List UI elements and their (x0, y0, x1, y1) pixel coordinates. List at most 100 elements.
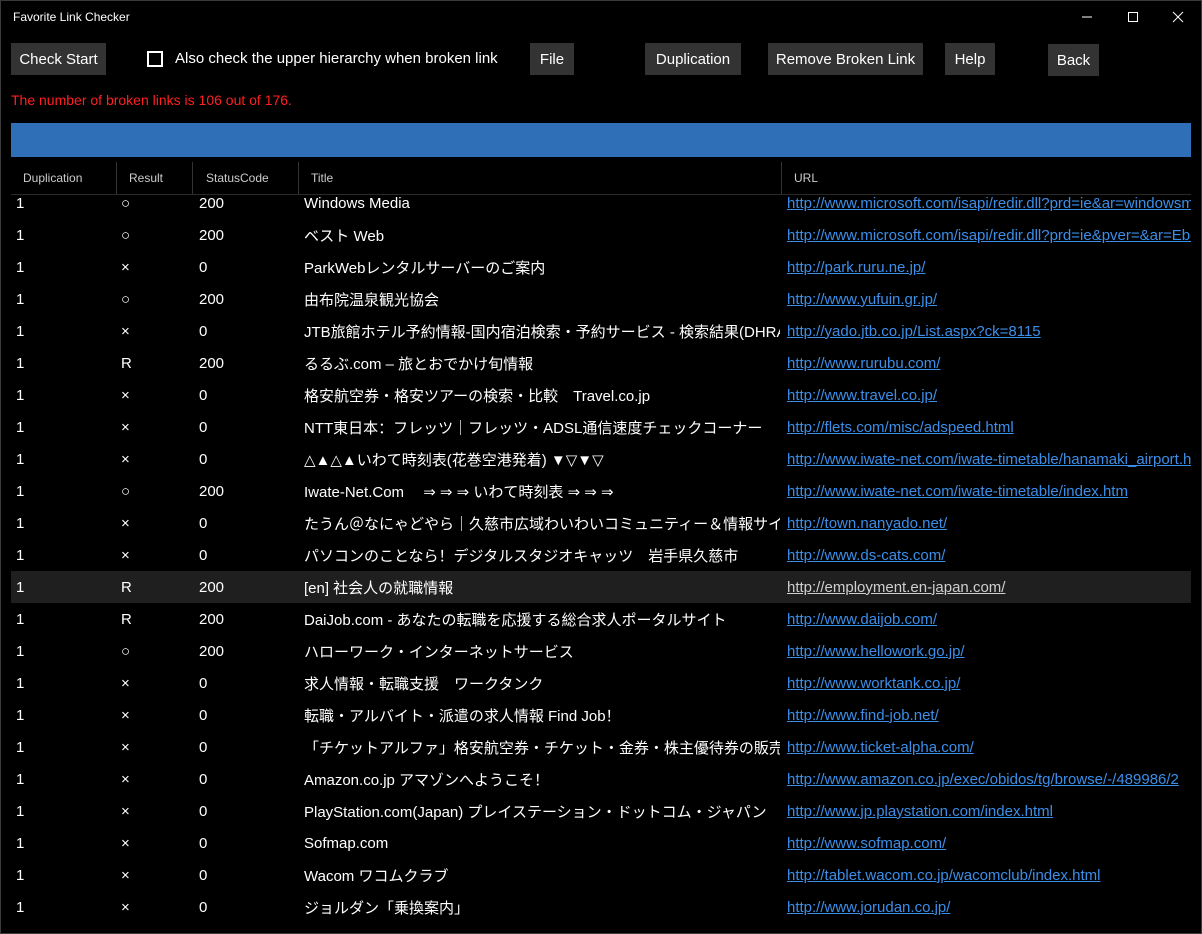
table-row[interactable]: 1 ○ 200 由布院温泉観光協会 http://www.yufuin.gr.jp/ (11, 283, 1191, 315)
cell-title: 「チケットアルファ」格安航空券・チケット・金券・株主優待券の販売、買取 (304, 739, 780, 757)
table-row[interactable]: 1 × 0 たうん＠なにゃどやら｜久慈市広域わいわいコミュニティー＆情報サイト http… (11, 507, 1191, 539)
cell-url-link[interactable]: http://www.microsoft.com/isapi/redir.dll… (787, 219, 1191, 251)
cell-url-link[interactable]: http://www.iwate-net.com/iwate-timetable… (787, 475, 1191, 507)
table-row[interactable]: 1 × 0 Amazon.co.jp アマゾンへようこそ！ http://www.ama… (11, 763, 1191, 795)
table-row[interactable]: 1 × 0 格安航空券・格安ツアーの検索・比較 Travel.co.jp http://… (11, 379, 1191, 411)
table-row[interactable]: 1 ○ 200 Iwate-Net.Com ⇒ ⇒ ⇒ いわて時刻表 ⇒ ⇒ ⇒ htt… (11, 475, 1191, 507)
cell-url-link[interactable]: http://www.rurubu.com/ (787, 347, 1191, 379)
check-start-button[interactable]: Check Start (11, 43, 106, 75)
table-row[interactable]: 1 × 0 NTT東日本：フレッツ｜フレッツ・ADSL通信速度チェックコーナー http… (11, 411, 1191, 443)
table-row[interactable]: 1 × 0 PlayStation.com(Japan) プレイステーション・ドットコ… (11, 795, 1191, 827)
cell-result: R (121, 578, 132, 596)
cell-title: 由布院温泉観光協会 (304, 291, 440, 309)
cell-duplication: 1 (16, 354, 25, 372)
cell-duplication: 1 (16, 258, 25, 276)
cell-statuscode: 0 (199, 450, 208, 468)
window-title: Favorite Link Checker (13, 10, 130, 24)
cell-url-link[interactable]: http://yado.jtb.co.jp/List.aspx?ck=8115 (787, 315, 1191, 347)
cell-url-link[interactable]: http://www.worktank.co.jp/ (787, 667, 1191, 699)
cell-result: ○ (121, 194, 131, 212)
cell-url-link[interactable]: http://flets.com/misc/adspeed.html (787, 411, 1191, 443)
cell-title: Amazon.co.jp アマゾンへようこそ！ (304, 771, 550, 789)
cell-result: × (121, 674, 130, 692)
cell-statuscode: 0 (199, 322, 208, 340)
table-row[interactable]: 1 × 0 ジョルダン「乗換案内」 http://www.jorudan.co.jp/ (11, 891, 1191, 923)
minimize-button[interactable] (1064, 0, 1110, 34)
cell-url-link[interactable]: http://www.ticket-alpha.com/ (787, 731, 1191, 763)
table-row[interactable]: 1 R 200 るるぶ.com – 旅とおでかけ旬情報 http://www.rurub… (11, 347, 1191, 379)
cell-title: Iwate-Net.Com ⇒ ⇒ ⇒ いわて時刻表 ⇒ ⇒ ⇒ (304, 483, 614, 501)
cell-title: ParkWebレンタルサーバーのご案内 (304, 259, 546, 277)
table-row[interactable]: 1 × 0 パソコンのことなら！デジタルスタジオキャッツ 岩手県久慈市 http://w… (11, 539, 1191, 571)
cell-statuscode: 200 (199, 610, 225, 628)
cell-duplication: 1 (16, 642, 25, 660)
title-bar: Favorite Link Checker (0, 0, 1202, 34)
cell-url-link[interactable]: http://www.travel.co.jp/ (787, 379, 1191, 411)
cell-url-link[interactable]: http://park.ruru.ne.jp/ (787, 251, 1191, 283)
cell-url-link[interactable]: http://www.daijob.com/ (787, 603, 1191, 635)
cell-url-link[interactable]: http://www.jp.playstation.com/index.html (787, 795, 1191, 827)
cell-duplication: 1 (16, 290, 25, 308)
cell-url-link[interactable]: http://www.microsoft.com/isapi/redir.dll… (787, 187, 1191, 219)
cell-result: × (121, 898, 130, 916)
cell-result: × (121, 514, 130, 532)
cell-statuscode: 0 (199, 802, 208, 820)
cell-duplication: 1 (16, 418, 25, 436)
cell-duplication: 1 (16, 866, 25, 884)
cell-duplication: 1 (16, 322, 25, 340)
cell-duplication: 1 (16, 770, 25, 788)
upper-hierarchy-checkbox[interactable] (147, 51, 163, 67)
cell-url-link[interactable]: http://tablet.wacom.co.jp/wacomclub/inde… (787, 859, 1191, 891)
cell-url-link[interactable]: http://www.find-job.net/ (787, 699, 1191, 731)
table-row[interactable]: 1 × 0 「チケットアルファ」格安航空券・チケット・金券・株主優待券の販売、買取 ht… (11, 731, 1191, 763)
cell-result: ○ (121, 642, 131, 660)
cell-title: るるぶ.com – 旅とおでかけ旬情報 (304, 355, 534, 373)
table-row[interactable]: 1 × 0 Sofmap.com http://www.sofmap.com/ (11, 827, 1191, 859)
cell-url-link[interactable]: http://www.amazon.co.jp/exec/obidos/tg/b… (787, 763, 1191, 795)
table-row[interactable]: 1 R 200 [en] 社会人の就職情報 http://employment.en-j… (11, 571, 1191, 603)
cell-statuscode: 200 (199, 642, 225, 660)
cell-result: × (121, 738, 130, 756)
cell-statuscode: 0 (199, 514, 208, 532)
progress-bar (11, 123, 1191, 157)
cell-url-link[interactable]: http://www.sofmap.com/ (787, 827, 1191, 859)
table-row[interactable]: 1 ○ 200 ハローワーク・インターネットサービス http://www.hellow… (11, 635, 1191, 667)
table-row[interactable]: 1 × 0 ParkWebレンタルサーバーのご案内 http://park.ruru.n… (11, 251, 1191, 283)
table-row[interactable]: 1 ○ 200 ベスト Web http://www.microsoft.com/isa… (11, 219, 1191, 251)
maximize-button[interactable] (1110, 0, 1156, 34)
upper-hierarchy-checkbox-label[interactable]: Also check the upper hierarchy when brok… (175, 50, 498, 67)
back-button[interactable]: Back (1048, 44, 1099, 76)
table-row[interactable]: 1 × 0 転職・アルバイト・派遣の求人情報 Find Job！ http://www.… (11, 699, 1191, 731)
cell-url-link[interactable]: http://www.iwate-net.com/iwate-timetable… (787, 443, 1191, 475)
file-button[interactable]: File (530, 43, 574, 75)
cell-url-link[interactable]: http://www.hellowork.go.jp/ (787, 635, 1191, 667)
cell-duplication: 1 (16, 834, 25, 852)
cell-duplication: 1 (16, 898, 25, 916)
cell-statuscode: 200 (199, 290, 225, 308)
duplication-button[interactable]: Duplication (645, 43, 741, 75)
cell-url-link[interactable]: http://www.ds-cats.com/ (787, 539, 1191, 571)
cell-url-link[interactable]: http://employment.en-japan.com/ (787, 571, 1191, 603)
cell-url-link[interactable]: http://www.jorudan.co.jp/ (787, 891, 1191, 923)
table-row[interactable]: 1 × 0 △▲△▲いわて時刻表(花巻空港発着) ▼▽▼▽ http://www.iwa… (11, 443, 1191, 475)
cell-statuscode: 0 (199, 770, 208, 788)
cell-duplication: 1 (16, 738, 25, 756)
help-button[interactable]: Help (945, 43, 995, 75)
cell-result: × (121, 258, 130, 276)
table-row[interactable]: 1 R 200 DaiJob.com - あなたの転職を応援する総合求人ポータルサイト… (11, 603, 1191, 635)
cell-url-link[interactable]: http://www.yufuin.gr.jp/ (787, 283, 1191, 315)
table-row[interactable]: 1 × 0 JTB旅館ホテル予約情報-国内宿泊検索・予約サービス - 検索結果(DHR… (11, 315, 1191, 347)
cell-result: × (121, 706, 130, 724)
cell-result: ○ (121, 226, 131, 244)
broken-link-status: The number of broken links is 106 out of… (11, 92, 292, 108)
table-row[interactable]: 1 × 0 求人情報・転職支援 ワークタンク http://www.worktank.c… (11, 667, 1191, 699)
close-button[interactable] (1155, 0, 1201, 34)
cell-url-link[interactable]: http://town.nanyado.net/ (787, 507, 1191, 539)
table-row[interactable]: 1 ○ 200 Windows Media http://www.microsoft.c… (11, 187, 1191, 219)
table-row[interactable]: 1 × 0 Wacom ワコムクラブ http://tablet.wacom.co.jp… (11, 859, 1191, 891)
remove-broken-link-button[interactable]: Remove Broken Link (768, 43, 923, 75)
cell-result: × (121, 834, 130, 852)
cell-statuscode: 200 (199, 194, 225, 212)
cell-title: Wacom ワコムクラブ (304, 867, 449, 885)
cell-statuscode: 0 (199, 834, 208, 852)
